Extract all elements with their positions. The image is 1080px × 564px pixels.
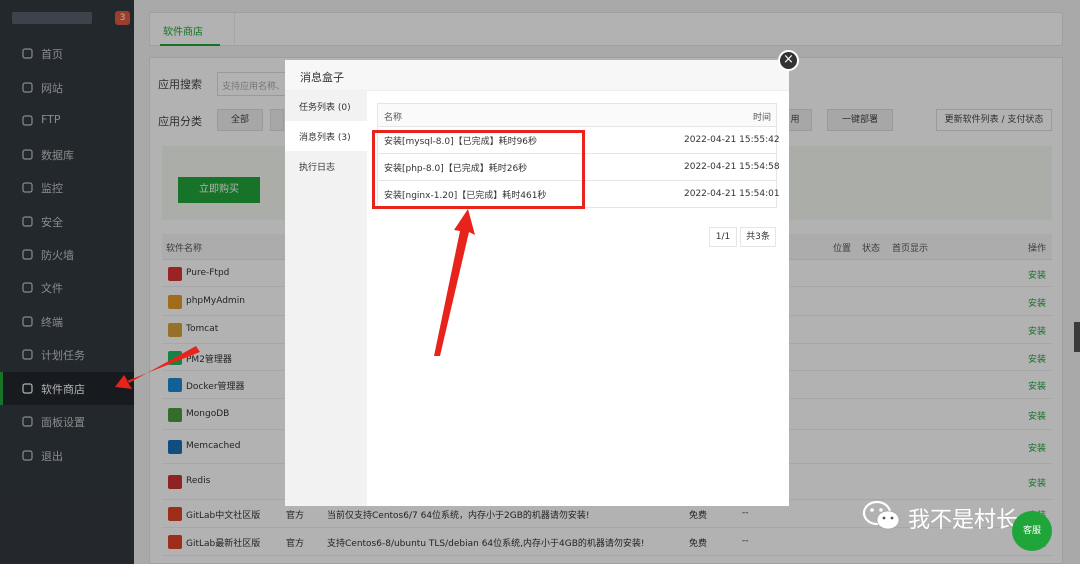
watermark-text: 我不是村长 bbox=[908, 508, 1019, 533]
arrow-to-messages-icon bbox=[434, 209, 475, 356]
annotation-arrows bbox=[115, 209, 475, 389]
wechat-icon bbox=[862, 500, 900, 530]
customer-service-button[interactable]: 客服 bbox=[1012, 511, 1052, 551]
arrow-to-store-icon bbox=[115, 346, 200, 389]
